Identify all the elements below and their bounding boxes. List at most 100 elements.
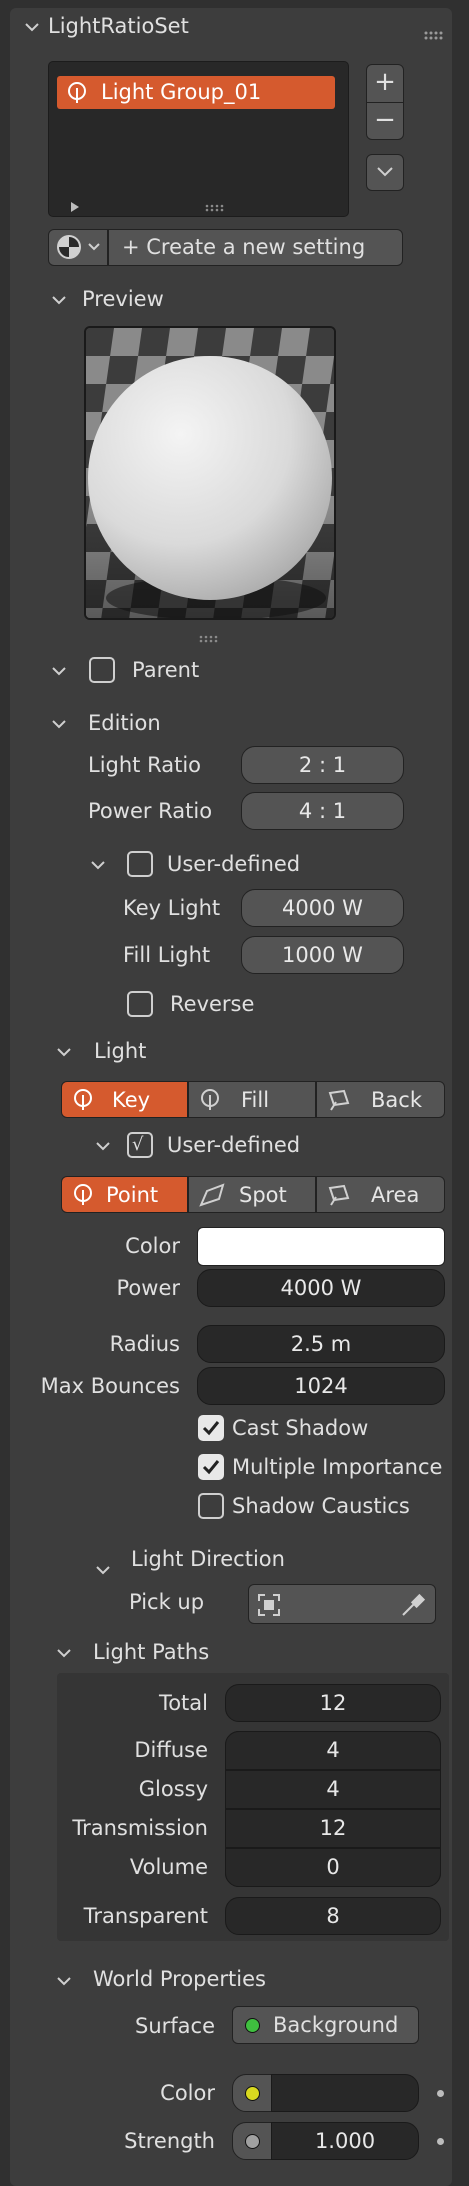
drag-grip-icon[interactable] — [424, 22, 444, 40]
transparent-value: 8 — [326, 1904, 340, 1928]
max-bounces-field[interactable]: 1024 — [197, 1367, 445, 1405]
user-defined-checkbox[interactable] — [127, 851, 153, 877]
light-color-swatch[interactable] — [197, 1227, 445, 1266]
world-color-socket[interactable] — [232, 2074, 272, 2112]
volume-label: Volume — [129, 1855, 208, 1879]
chevron-down-icon — [377, 167, 393, 177]
surface-value: Background — [273, 2013, 399, 2037]
key-light-field[interactable]: 4000 W — [241, 889, 404, 927]
parent-collapse-icon[interactable] — [52, 664, 66, 678]
light-user-defined-label: User-defined — [167, 1133, 301, 1157]
light-ratio-value: 2 : 1 — [298, 753, 347, 777]
shadow-caustics-checkbox[interactable] — [198, 1493, 224, 1519]
preview-resize-grip-icon[interactable] — [199, 624, 221, 643]
radius-field[interactable]: 2.5 m — [197, 1325, 445, 1363]
tab-fill[interactable]: Fill — [188, 1081, 316, 1118]
diffuse-field[interactable]: 4 — [225, 1731, 441, 1770]
glossy-label: Glossy — [138, 1777, 208, 1801]
surface-label: Surface — [134, 2014, 215, 2038]
add-item-label: + — [374, 67, 396, 97]
light-paths-header[interactable]: Light Paths — [93, 1642, 209, 1663]
tab-key[interactable]: Key — [61, 1081, 188, 1118]
strength-dot — [245, 2134, 260, 2149]
list-item-label: Light Group_01 — [101, 80, 262, 104]
edition-header[interactable]: Edition — [88, 713, 161, 734]
spot-light-icon — [199, 1183, 225, 1207]
add-item-button[interactable]: + − — [366, 64, 404, 140]
surface-field[interactable]: Background — [232, 2006, 419, 2044]
glossy-field[interactable]: 4 — [225, 1770, 441, 1809]
max-bounces-value: 1024 — [294, 1374, 348, 1398]
transmission-field[interactable]: 12 — [225, 1809, 441, 1848]
world-color-dot — [245, 2086, 260, 2101]
transparent-field[interactable]: 8 — [225, 1897, 441, 1935]
light-header[interactable]: Light — [94, 1041, 146, 1062]
tab-point[interactable]: Point — [61, 1176, 188, 1213]
panel-collapse-icon[interactable] — [25, 20, 39, 34]
cast-shadow-checkbox[interactable] — [198, 1415, 224, 1441]
light-user-defined-mark: √ — [132, 1134, 144, 1155]
strength-value: 1.000 — [314, 2129, 376, 2153]
power-ratio-value: 4 : 1 — [298, 799, 347, 823]
pick-up-label: Pick up — [129, 1590, 205, 1614]
light-paths-collapse-icon[interactable] — [57, 1646, 71, 1660]
point-light-icon — [74, 1184, 92, 1205]
multiple-importance-checkbox[interactable] — [198, 1454, 224, 1480]
light-direction-collapse-icon[interactable] — [96, 1563, 110, 1577]
power-ratio-label: Power Ratio — [88, 799, 213, 823]
tab-spot[interactable]: Spot — [188, 1176, 316, 1213]
edition-collapse-icon[interactable] — [52, 717, 66, 731]
expand-triangle-icon[interactable] — [70, 193, 80, 212]
parent-label: Parent — [132, 658, 200, 682]
strength-keyframe-dot[interactable] — [437, 2138, 444, 2145]
light-user-defined-collapse-icon[interactable] — [96, 1139, 110, 1153]
preview-header[interactable]: Preview — [82, 289, 164, 310]
strength-socket[interactable] — [232, 2122, 272, 2160]
preview-collapse-icon[interactable] — [52, 293, 66, 307]
tab-back-label: Back — [371, 1088, 422, 1112]
object-target-icon — [258, 1594, 280, 1616]
tab-back[interactable]: Back — [316, 1081, 445, 1118]
tab-key-label: Key — [112, 1088, 151, 1112]
parent-checkbox[interactable] — [89, 657, 115, 683]
world-collapse-icon[interactable] — [57, 1974, 71, 1988]
list-resize-grip-icon[interactable] — [205, 193, 227, 212]
fill-light-field[interactable]: 1000 W — [241, 936, 404, 974]
sphere-preset-icon — [57, 235, 100, 259]
remove-item-label[interactable]: − — [367, 107, 403, 133]
transparent-label: Transparent — [83, 1904, 208, 1928]
preset-menu-button[interactable] — [48, 229, 108, 266]
reverse-checkbox[interactable] — [127, 991, 153, 1017]
world-color-label: Color — [160, 2081, 215, 2105]
world-color-keyframe-dot[interactable] — [437, 2090, 444, 2097]
multiple-importance-label: Multiple Importance — [232, 1455, 443, 1479]
light-user-defined-checkbox[interactable]: √ — [127, 1132, 153, 1158]
light-ratio-label: Light Ratio — [88, 753, 201, 777]
preview-image — [84, 326, 336, 620]
diffuse-label: Diffuse — [134, 1738, 208, 1762]
volume-field[interactable]: 0 — [225, 1848, 441, 1887]
light-collapse-icon[interactable] — [57, 1045, 71, 1059]
power-field[interactable]: 4000 W — [197, 1269, 445, 1307]
light-ratio-field[interactable]: 2 : 1 — [241, 746, 404, 784]
light-direction-header[interactable]: Light Direction — [131, 1549, 285, 1570]
tab-area[interactable]: Area — [316, 1176, 445, 1213]
world-header[interactable]: World Properties — [93, 1969, 266, 1990]
pick-up-field[interactable] — [248, 1584, 436, 1624]
tab-spot-label: Spot — [239, 1183, 287, 1207]
create-setting-button[interactable]: + Create a new setting — [108, 229, 403, 266]
list-options-button[interactable] — [366, 154, 404, 191]
user-defined-collapse-icon[interactable] — [91, 858, 105, 872]
key-light-label: Key Light — [123, 896, 221, 920]
power-ratio-field[interactable]: 4 : 1 — [241, 792, 404, 830]
total-field[interactable]: 12 — [225, 1684, 441, 1722]
world-color-swatch[interactable] — [271, 2074, 419, 2112]
light-bulb-icon — [74, 1089, 92, 1110]
color-label: Color — [125, 1234, 180, 1258]
fill-light-value: 1000 W — [282, 943, 363, 967]
strength-field[interactable]: 1.000 — [271, 2122, 419, 2160]
tab-point-label: Point — [106, 1183, 159, 1207]
radius-value: 2.5 m — [290, 1332, 352, 1356]
eyedropper-icon — [402, 1593, 426, 1616]
glossy-value: 4 — [326, 1777, 340, 1801]
